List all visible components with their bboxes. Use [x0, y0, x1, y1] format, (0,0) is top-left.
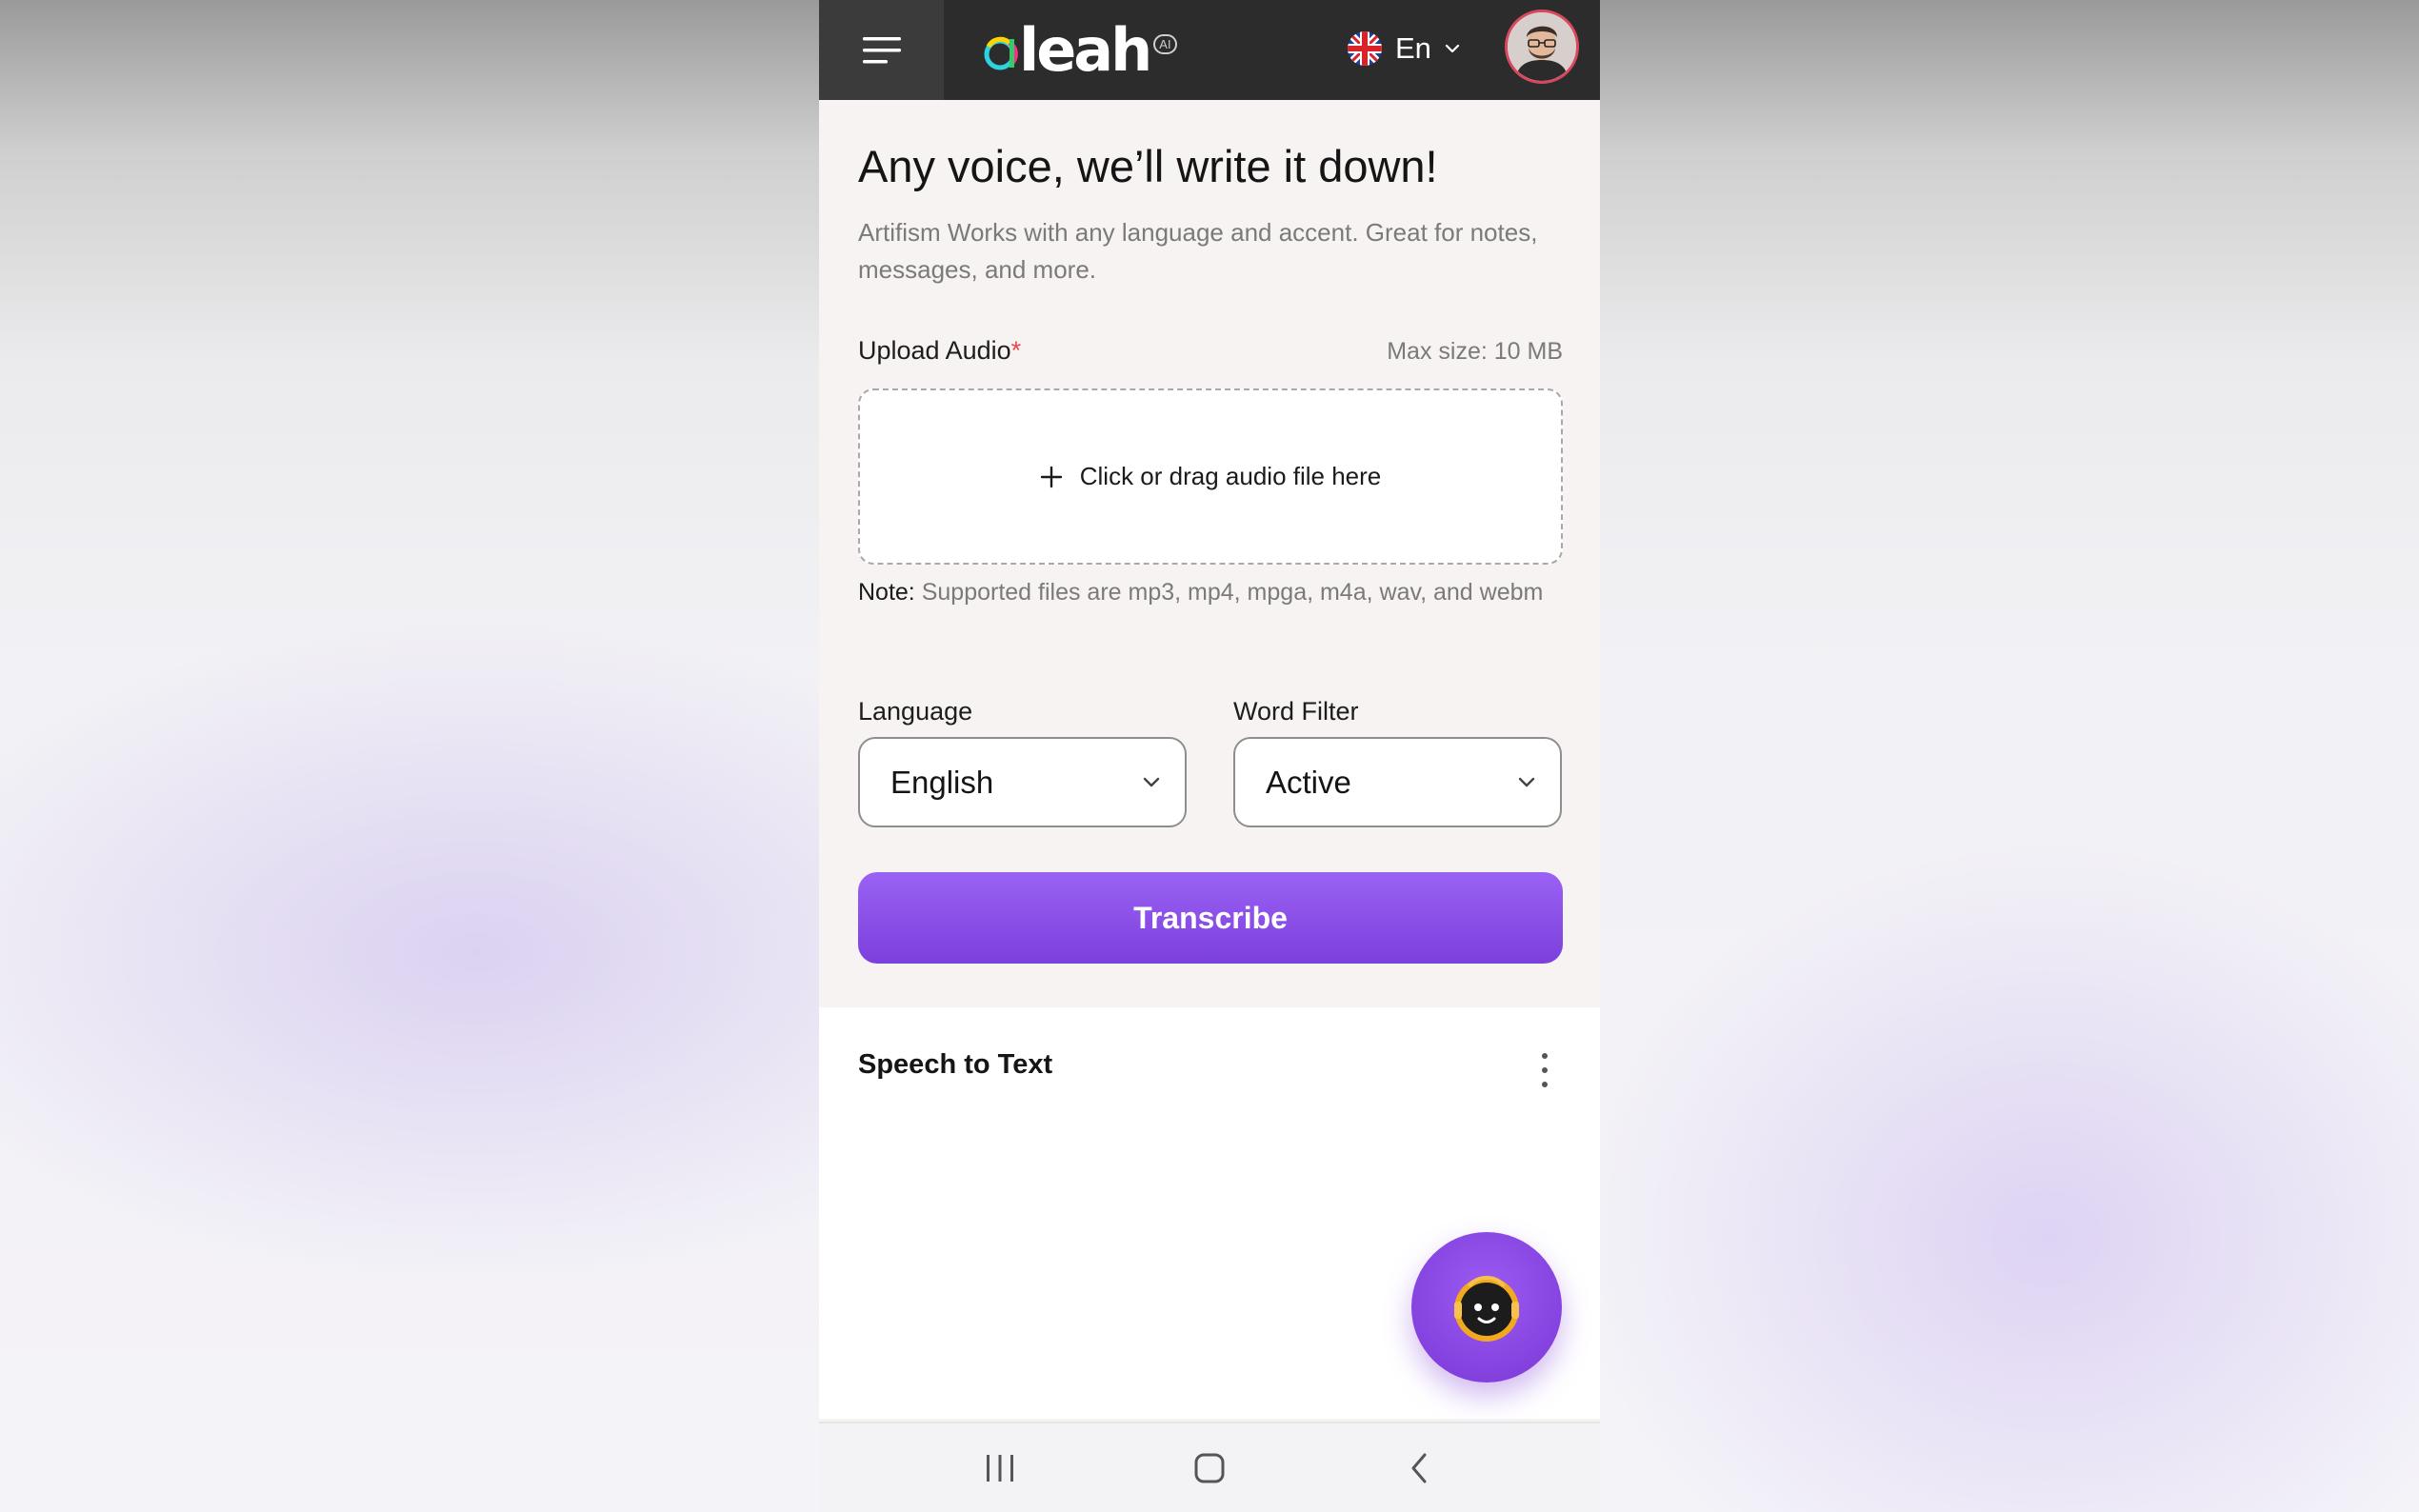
word-filter-select[interactable]: Active: [1233, 737, 1562, 827]
max-size-hint: Max size: 10 MB: [1387, 338, 1563, 365]
transcribe-button-label: Transcribe: [1133, 900, 1288, 935]
language-label: Language: [858, 697, 973, 726]
results-title: Speech to Text: [858, 1049, 1053, 1080]
upload-audio-label-text: Upload Audio: [858, 336, 1011, 365]
required-mark: *: [1010, 336, 1022, 365]
top-bar: leah AI En: [819, 0, 1600, 100]
chatbot-button[interactable]: [1411, 1232, 1562, 1383]
more-options-button[interactable]: [1533, 1053, 1556, 1087]
back-icon: [1411, 1453, 1427, 1483]
plus-icon: [1040, 466, 1062, 487]
language-code: En: [1395, 31, 1431, 65]
language-switcher[interactable]: En: [1348, 27, 1460, 70]
language-select-value: English: [890, 764, 994, 800]
chevron-down-icon: [1445, 44, 1460, 53]
audio-dropzone[interactable]: Click or drag audio file here: [858, 388, 1563, 565]
recent-apps-icon: [987, 1455, 1013, 1482]
more-vertical-icon: [1542, 1053, 1548, 1059]
supported-files-note: Note: Supported files are mp3, mp4, mpga…: [858, 573, 1563, 611]
page-subtitle: Artifism Works with any language and acc…: [858, 218, 1538, 284]
app-screen: leah AI En Any voice, we’ll write it dow…: [819, 0, 1600, 1512]
uk-flag-icon: [1348, 31, 1382, 66]
chatbot-icon: [1454, 1276, 1519, 1342]
recent-apps-button[interactable]: [976, 1444, 1024, 1492]
dropzone-text: Click or drag audio file here: [1079, 462, 1382, 490]
logo-ai-badge: AI: [1153, 33, 1177, 54]
upload-audio-label: Upload Audio*: [858, 336, 1021, 366]
note-text: Supported files are mp3, mp4, mpga, m4a,…: [914, 579, 1544, 606]
note-label: Note:: [858, 579, 915, 606]
system-navigation-bar: [819, 1422, 1600, 1512]
user-avatar-image: [1508, 12, 1576, 81]
hamburger-menu-icon: [862, 36, 901, 63]
chevron-down-icon: [1518, 777, 1535, 787]
page-title: Any voice, we’ll write it down!: [858, 141, 1438, 191]
user-avatar[interactable]: [1505, 10, 1579, 84]
language-select[interactable]: English: [858, 737, 1187, 827]
back-button[interactable]: [1395, 1444, 1443, 1492]
word-filter-label: Word Filter: [1233, 697, 1359, 726]
word-filter-select-value: Active: [1266, 764, 1351, 800]
logo-mark-icon: [984, 36, 1018, 70]
chevron-down-icon: [1143, 777, 1160, 787]
home-button[interactable]: [1186, 1444, 1233, 1492]
home-icon: [1194, 1453, 1225, 1483]
app-logo[interactable]: leah AI: [981, 17, 1177, 84]
menu-button[interactable]: [819, 0, 944, 100]
logo-text: leah: [1019, 15, 1152, 85]
transcribe-button[interactable]: Transcribe: [858, 872, 1563, 964]
